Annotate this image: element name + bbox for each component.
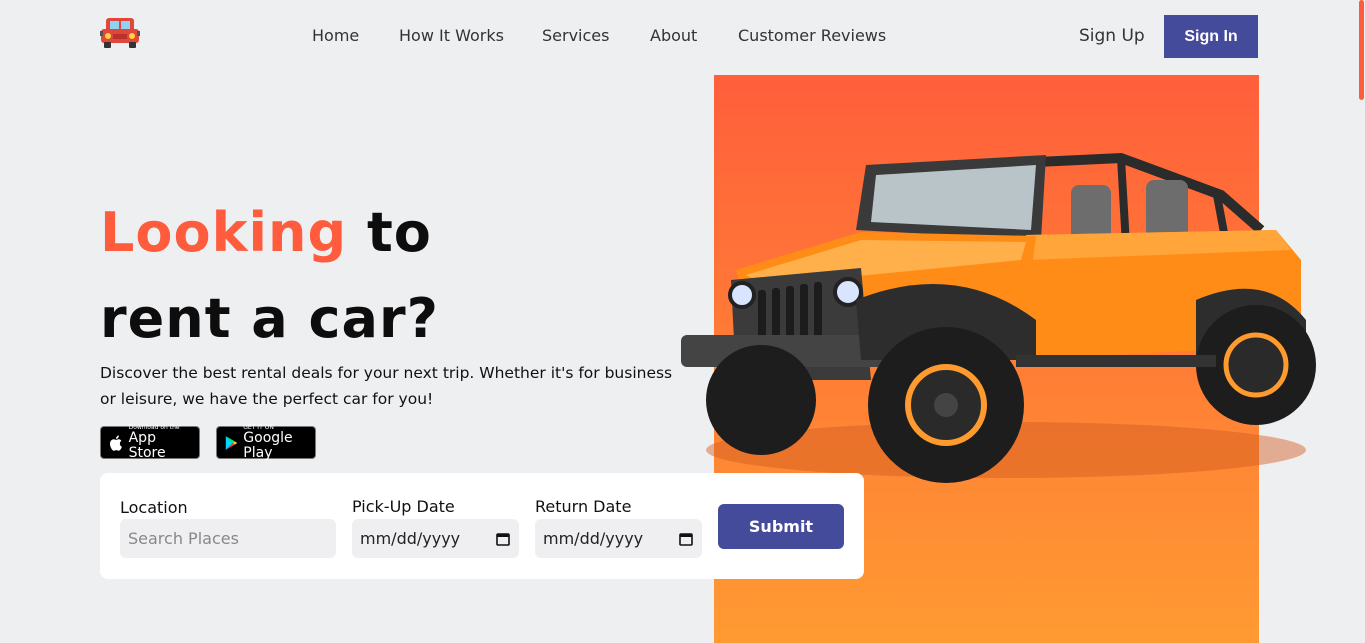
scrollbar-thumb[interactable] (1359, 0, 1364, 100)
hero-title: Looking to rent a car? (100, 190, 439, 362)
sign-in-button[interactable]: Sign In (1164, 15, 1258, 58)
location-input[interactable]: Search Places (120, 519, 336, 558)
return-date-label: Return Date (535, 497, 632, 516)
google-play-button[interactable]: GET IT ON Google Play (216, 424, 316, 461)
jeep-image (681, 152, 1316, 483)
hero-title-line2: rent a car? (100, 287, 439, 350)
sign-up-link[interactable]: Sign Up (1079, 26, 1145, 46)
nav-home[interactable]: Home (312, 26, 359, 45)
nav-how-it-works[interactable]: How It Works (399, 26, 504, 45)
google-play-text: Google Play (243, 430, 293, 461)
pickup-date-value: mm/dd/yyyy (360, 529, 461, 548)
hero-description: Discover the best rental deals for your … (100, 364, 673, 408)
booking-form: Location Search Places Pick-Up Date mm/d… (100, 473, 864, 579)
google-play-icon (225, 435, 238, 450)
page-scrollbar[interactable] (1357, 0, 1365, 643)
apple-icon (109, 435, 122, 451)
return-date-value: mm/dd/yyyy (543, 529, 644, 548)
nav-customer-reviews[interactable]: Customer Reviews (738, 26, 886, 45)
submit-button[interactable]: Submit (718, 504, 844, 549)
nav-about[interactable]: About (650, 26, 697, 45)
location-label: Location (120, 498, 188, 517)
return-date-input[interactable]: mm/dd/yyyy (535, 519, 702, 558)
hero-title-rest: to (347, 201, 432, 264)
hero-title-accent: Looking (100, 201, 348, 264)
nav-services[interactable]: Services (542, 26, 609, 45)
pickup-date-label: Pick-Up Date (352, 497, 455, 516)
calendar-icon[interactable] (496, 532, 510, 546)
app-store-button[interactable]: Download on the App Store (100, 424, 200, 461)
pickup-date-input[interactable]: mm/dd/yyyy (352, 519, 519, 558)
app-store-text: App Store (128, 430, 166, 461)
logo-car-icon[interactable] (100, 15, 140, 49)
calendar-icon[interactable] (679, 532, 693, 546)
